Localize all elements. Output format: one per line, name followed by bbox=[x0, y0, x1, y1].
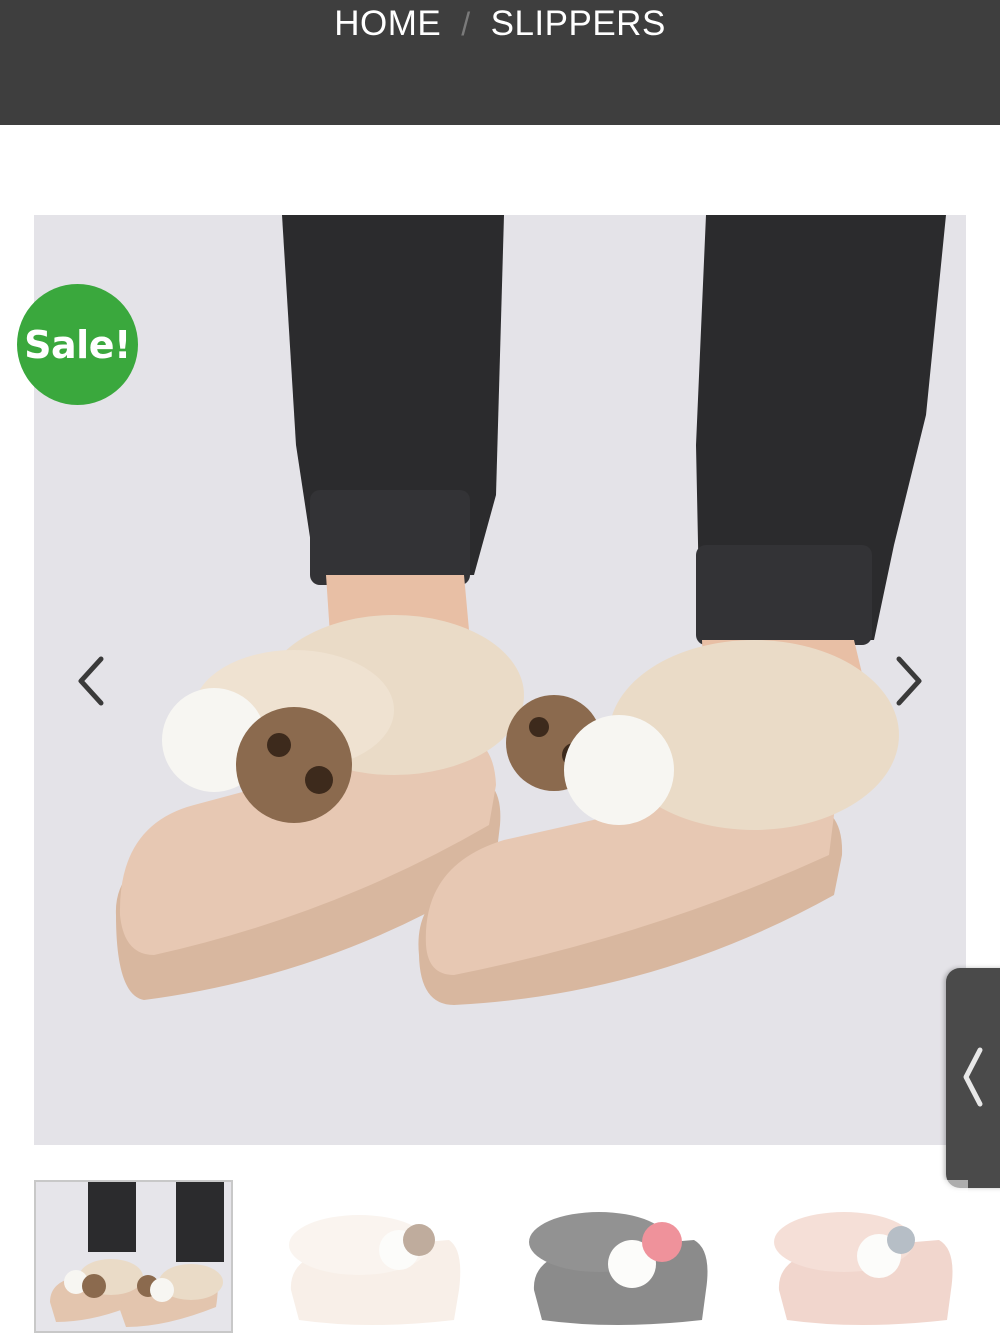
chevron-left-icon bbox=[78, 656, 104, 706]
chevron-left-icon bbox=[963, 1047, 983, 1107]
chevron-right-icon bbox=[896, 656, 922, 706]
thumbnail-1[interactable] bbox=[34, 1180, 233, 1333]
gallery-next-button[interactable] bbox=[885, 646, 935, 716]
product-main-image[interactable] bbox=[34, 215, 966, 1145]
side-panel-toggle[interactable] bbox=[946, 968, 1000, 1188]
thumbnail-3[interactable] bbox=[524, 1180, 723, 1333]
thumbnail-4[interactable] bbox=[769, 1180, 968, 1333]
breadcrumb-current: SLIPPERS bbox=[490, 4, 666, 43]
thumbnail-image bbox=[36, 1182, 231, 1331]
thumbnail-image bbox=[524, 1180, 723, 1333]
gallery-prev-button[interactable] bbox=[65, 646, 115, 716]
breadcrumb-separator: / bbox=[461, 5, 471, 42]
product-photo-illustration bbox=[34, 215, 966, 1145]
breadcrumb: HOME / SLIPPERS bbox=[0, 2, 1000, 46]
thumbnail-strip bbox=[34, 1180, 968, 1333]
breadcrumb-home-link[interactable]: HOME bbox=[334, 4, 441, 44]
header-bar: HOME / SLIPPERS bbox=[0, 0, 1000, 125]
sale-badge: Sale! bbox=[17, 284, 138, 405]
thumbnail-image bbox=[769, 1180, 968, 1333]
thumbnail-2[interactable] bbox=[279, 1180, 478, 1333]
thumbnail-image bbox=[279, 1180, 478, 1333]
